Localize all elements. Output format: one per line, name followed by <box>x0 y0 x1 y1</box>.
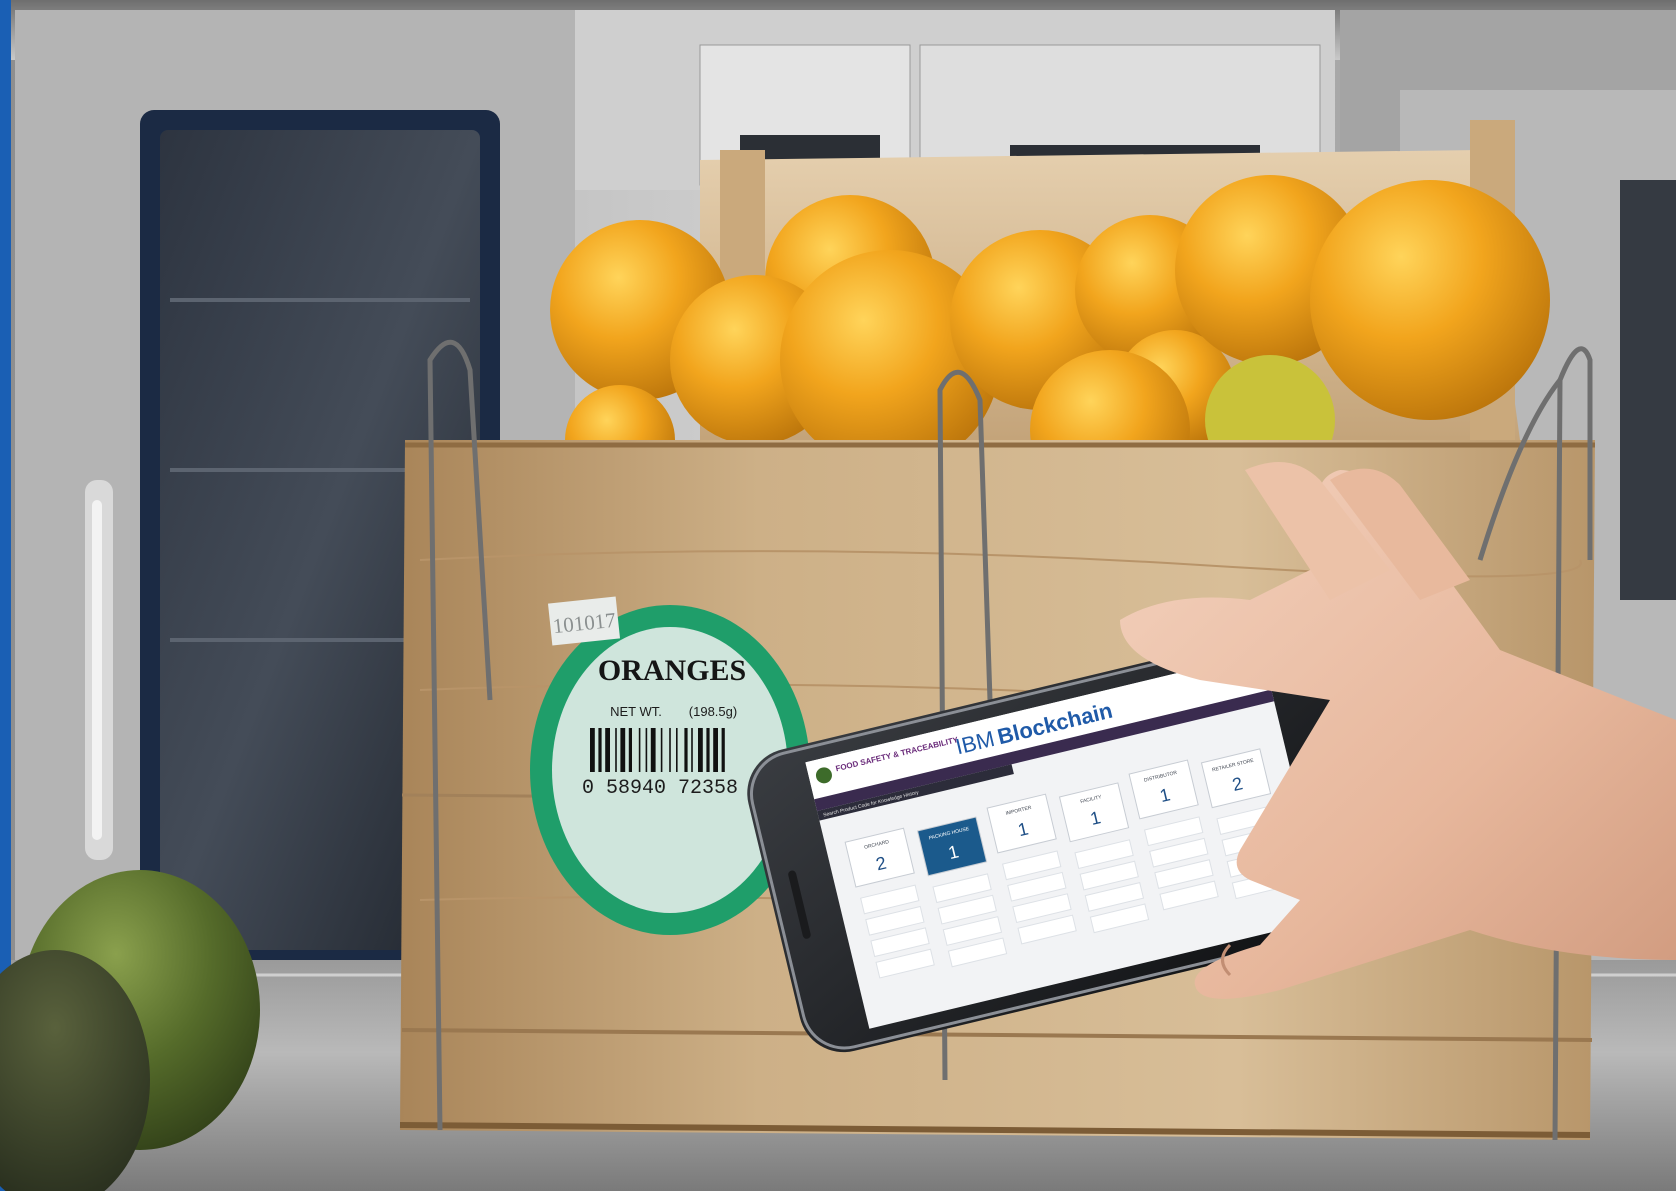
barcode-bar <box>620 728 626 772</box>
barcode-bar <box>615 728 617 772</box>
barcode-bar <box>698 728 703 772</box>
barcode-bar <box>684 728 688 772</box>
label-net-wt-value: (198.5g) <box>689 704 737 719</box>
barcode-bar <box>706 728 710 772</box>
barcode-bar <box>713 728 718 772</box>
barcode-bar <box>676 728 678 772</box>
barcode-digits: 0 58940 72358 <box>582 777 738 800</box>
label-net-wt: NET WT. <box>610 704 662 719</box>
barcode-bar <box>605 728 610 772</box>
photo-scene: 101017 ORANGES NET WT. (198.5g) 0 58940 … <box>0 0 1676 1191</box>
barcode-bar <box>628 728 632 772</box>
barcode-bar <box>669 728 671 772</box>
barcode-bar <box>691 728 693 772</box>
barcode-bar <box>590 728 595 772</box>
scene-illustration: 101017 ORANGES NET WT. (198.5g) 0 58940 … <box>0 0 1676 1191</box>
barcode-bar <box>721 728 725 772</box>
barcode-bar <box>645 728 648 772</box>
label-product: ORANGES <box>598 654 746 687</box>
barcode-bar <box>650 728 656 772</box>
barcode-bar <box>638 728 641 772</box>
barcode-bar <box>660 728 663 772</box>
barcode-bar <box>598 728 602 772</box>
